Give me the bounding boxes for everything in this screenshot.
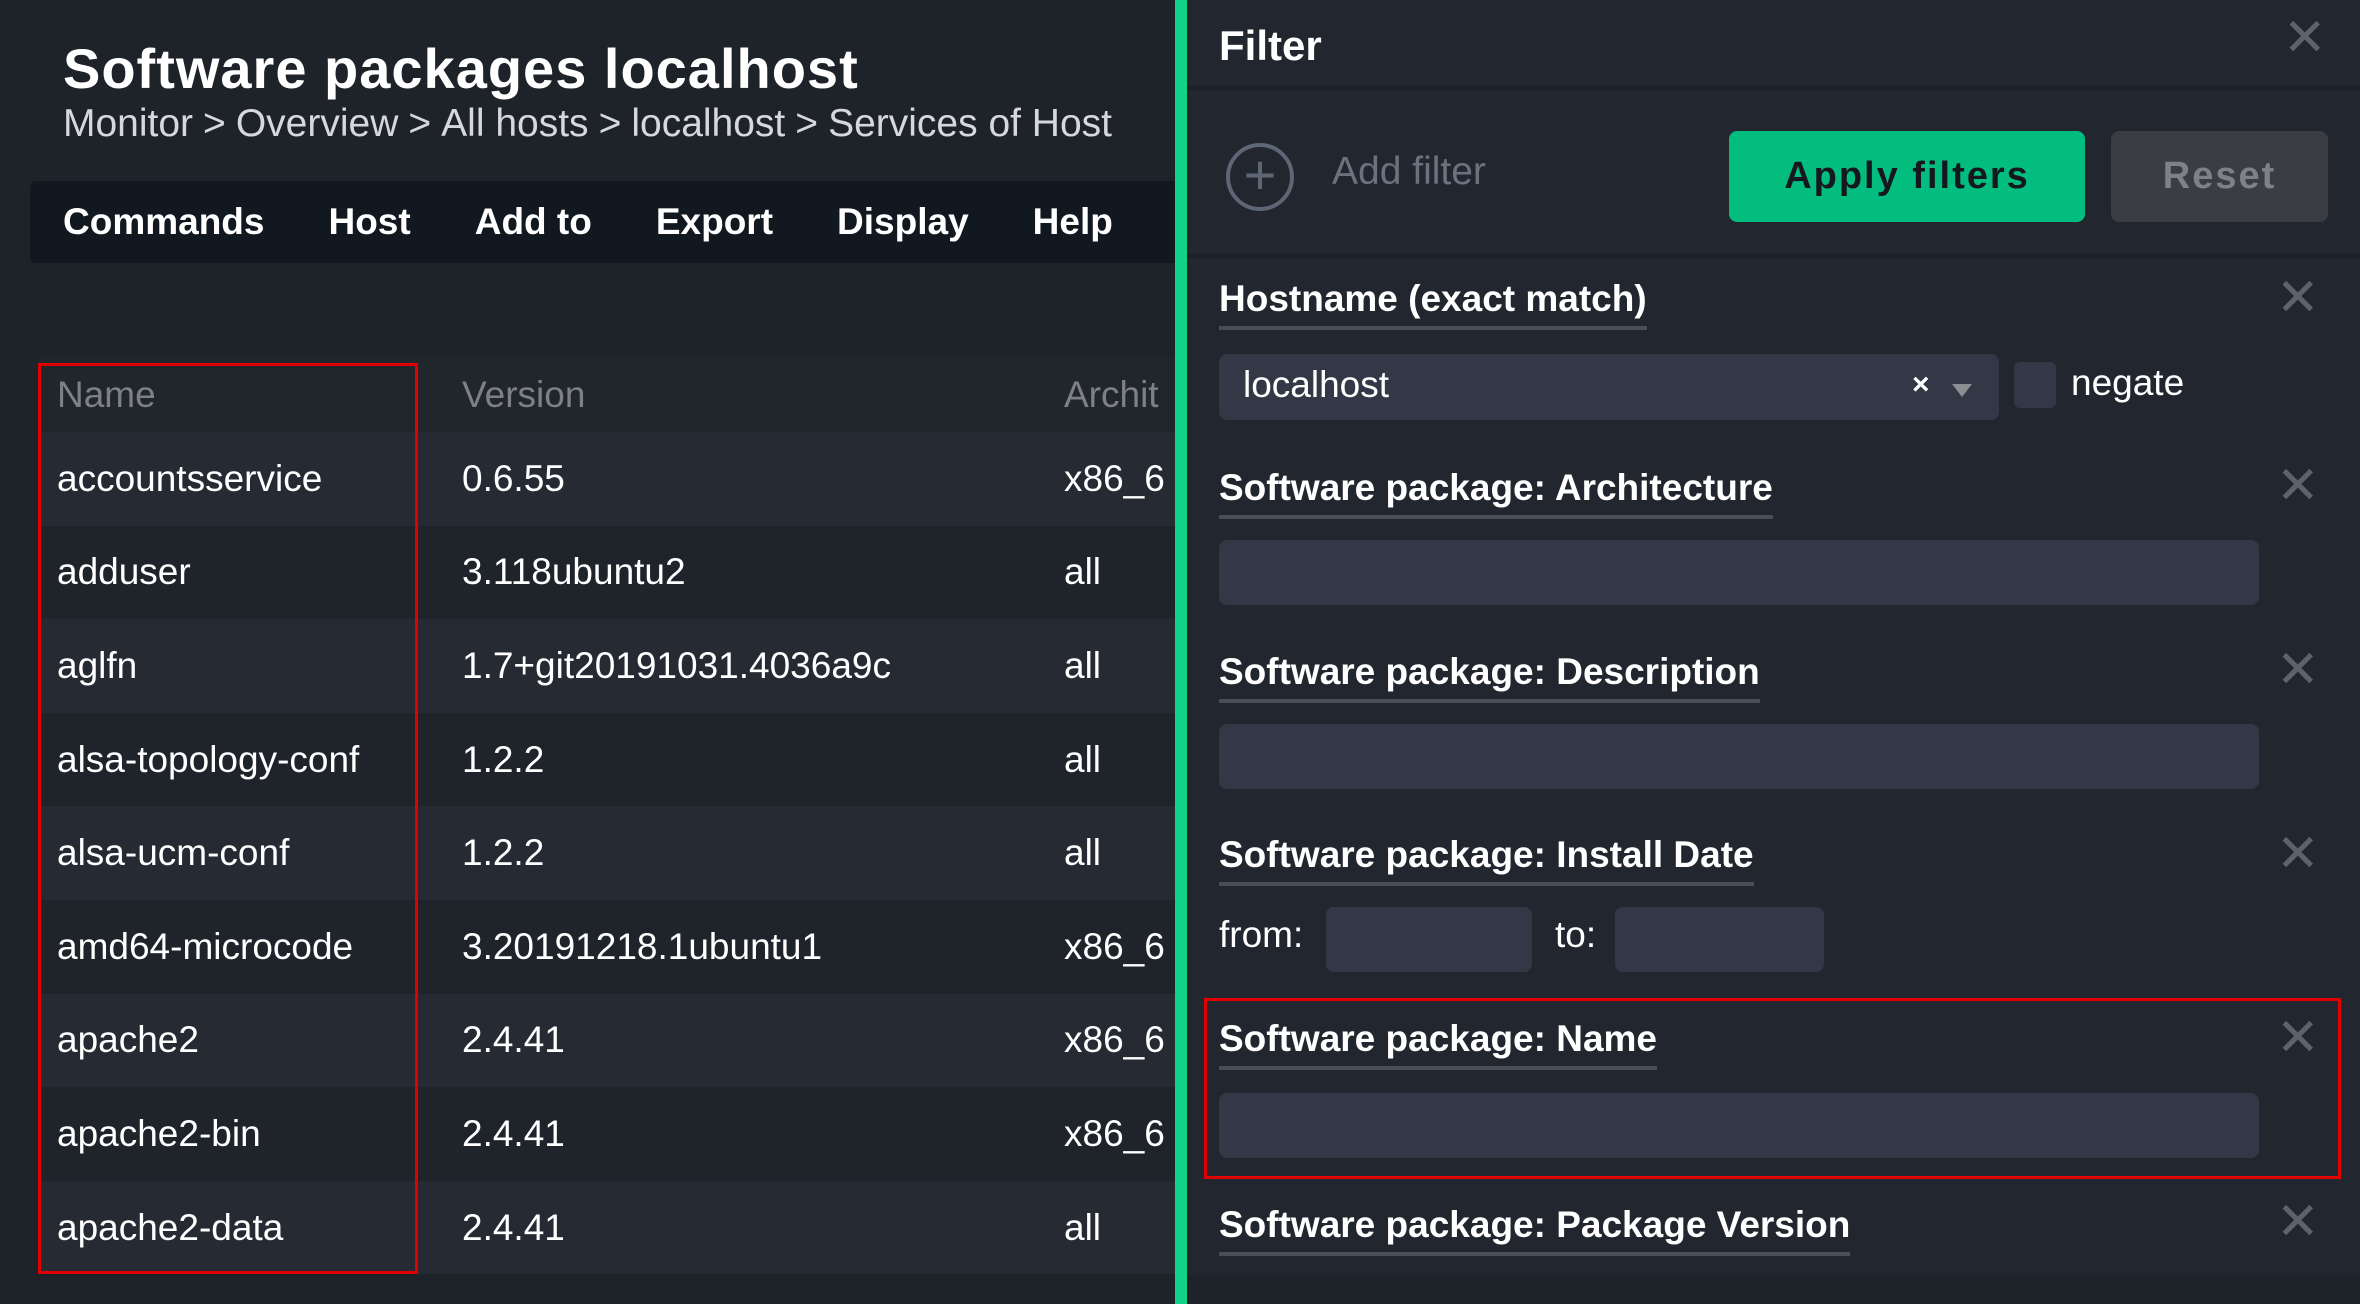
- filter-package-version-title: Software package: Package Version: [1219, 1204, 1851, 1256]
- apply-filters-button[interactable]: Apply filters: [1729, 131, 2085, 222]
- breadcrumb-monitor[interactable]: Monitor: [63, 102, 193, 145]
- cell-version: 3.118ubuntu2: [462, 551, 686, 593]
- cell-version: 1.7+git20191031.4036a9c: [462, 644, 891, 686]
- menu-export[interactable]: Export: [656, 201, 773, 243]
- breadcrumb-sep: >: [795, 102, 819, 145]
- from-label: from:: [1219, 914, 1304, 955]
- hostname-value: localhost: [1243, 364, 1390, 405]
- menu-add-to[interactable]: Add to: [475, 201, 592, 243]
- breadcrumb-sep: >: [598, 102, 622, 145]
- cell-architecture: all: [1064, 644, 1102, 686]
- name-filter-highlight: [1204, 998, 2341, 1179]
- cell-version: 1.2.2: [462, 738, 545, 780]
- close-panel-icon[interactable]: ✕: [2283, 12, 2327, 64]
- clear-icon[interactable]: ×: [1912, 368, 1930, 402]
- cell-architecture: all: [1064, 738, 1102, 780]
- add-filter-icon[interactable]: +: [1226, 143, 1294, 211]
- menu-host[interactable]: Host: [328, 201, 410, 243]
- filter-architecture-title: Software package: Architecture: [1219, 467, 1773, 519]
- menu-display[interactable]: Display: [837, 201, 969, 243]
- cell-architecture: x86_6: [1064, 1019, 1165, 1061]
- cell-architecture: x86_6: [1064, 925, 1165, 967]
- cell-version: 1.2.2: [462, 832, 545, 874]
- breadcrumb-overview[interactable]: Overview: [236, 102, 399, 145]
- remove-filter-icon[interactable]: ✕: [2276, 828, 2320, 880]
- description-input[interactable]: [1219, 724, 2259, 789]
- cell-version: 2.4.41: [462, 1019, 565, 1061]
- remove-filter-icon[interactable]: ✕: [2276, 644, 2320, 696]
- menu-bar: Commands Host Add to Export Display Help: [30, 181, 1190, 263]
- reset-button[interactable]: Reset: [2111, 131, 2328, 222]
- cell-version: 3.20191218.1ubuntu1: [462, 925, 823, 967]
- divider: [1187, 86, 2360, 90]
- install-date-from-input[interactable]: [1326, 907, 1532, 972]
- install-date-to-input[interactable]: [1615, 907, 1824, 972]
- cell-version: 0.6.55: [462, 457, 565, 499]
- negate-checkbox[interactable]: [2014, 362, 2056, 408]
- panel-bottom: [1187, 1275, 2360, 1304]
- name-column-highlight: [38, 363, 418, 1274]
- breadcrumb-services[interactable]: Services of Host: [828, 102, 1112, 145]
- negate-label[interactable]: negate: [2071, 362, 2184, 404]
- remove-filter-icon[interactable]: ✕: [2276, 460, 2320, 512]
- column-header-version[interactable]: Version: [462, 374, 585, 416]
- breadcrumb: Monitor > Overview > All hosts > localhost > Ser…: [63, 102, 1112, 146]
- page-title: Software packages localhost: [63, 37, 859, 100]
- cell-architecture: all: [1064, 832, 1102, 874]
- filter-hostname-title: Hostname (exact match): [1219, 278, 1647, 330]
- cell-version: 2.4.41: [462, 1206, 565, 1248]
- architecture-input[interactable]: [1219, 540, 2259, 605]
- breadcrumb-sep: >: [203, 102, 226, 145]
- cell-version: 2.4.41: [462, 1112, 565, 1154]
- filter-title: Filter: [1219, 22, 1322, 69]
- cell-architecture: x86_6: [1064, 457, 1165, 499]
- breadcrumb-all-hosts[interactable]: All hosts: [441, 102, 588, 145]
- menu-help[interactable]: Help: [1033, 201, 1113, 243]
- remove-filter-icon[interactable]: ✕: [2276, 272, 2320, 324]
- divider: [1187, 254, 2360, 258]
- breadcrumb-sep: >: [408, 102, 432, 145]
- column-header-architecture[interactable]: Archit: [1064, 374, 1159, 416]
- panel-accent-bar: [1175, 0, 1187, 1304]
- cell-architecture: all: [1064, 551, 1102, 593]
- cell-architecture: all: [1064, 1206, 1102, 1248]
- filter-description-title: Software package: Description: [1219, 651, 1760, 703]
- add-filter-label[interactable]: Add filter: [1332, 150, 1486, 194]
- hostname-select[interactable]: localhost ×: [1219, 354, 1999, 420]
- chevron-down-icon[interactable]: [1952, 384, 1972, 397]
- menu-commands[interactable]: Commands: [63, 201, 264, 243]
- to-label: to:: [1555, 914, 1597, 955]
- breadcrumb-localhost[interactable]: localhost: [631, 102, 785, 145]
- cell-architecture: x86_6: [1064, 1112, 1165, 1154]
- filter-install-date-title: Software package: Install Date: [1219, 834, 1754, 886]
- remove-filter-icon[interactable]: ✕: [2276, 1196, 2320, 1248]
